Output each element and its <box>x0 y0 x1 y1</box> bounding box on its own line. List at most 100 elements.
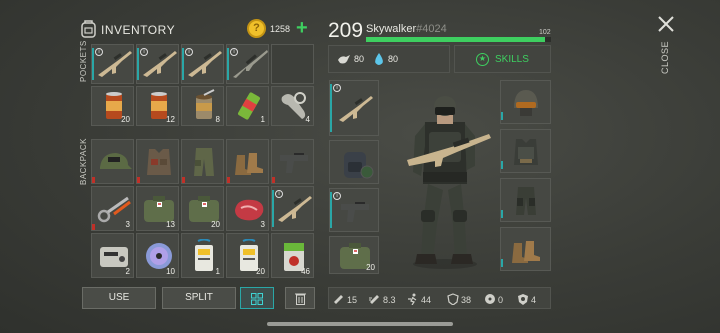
close-icon <box>658 16 674 32</box>
split-button[interactable]: SPLIT <box>162 287 236 309</box>
backpack-slot-medkit[interactable]: 20 <box>181 186 224 231</box>
item-quantity: 1 <box>215 267 220 276</box>
assault-rifle-icon <box>335 92 375 126</box>
mod-indicator-icon: i <box>185 48 193 56</box>
trash-button[interactable] <box>285 287 315 309</box>
coin-count: 1258 <box>270 24 291 34</box>
backpack-slot-assault-rifle[interactable]: i <box>271 186 314 231</box>
durability-bar <box>501 161 503 169</box>
player-tag: #4024 <box>416 23 447 35</box>
pocket-slot-assault-rifle[interactable]: i <box>91 44 134 84</box>
xp-bar <box>366 37 551 42</box>
backpack-slot-keycard[interactable]: 1 <box>181 233 224 278</box>
pocket-slot-sniper-rifle[interactable]: i <box>226 44 269 84</box>
stat-armor: 38 <box>447 293 471 306</box>
grid-view-button[interactable] <box>240 287 274 309</box>
pistol-icon <box>274 145 314 179</box>
pocket-slot-assault-rifle[interactable]: i <box>136 44 179 84</box>
item-quantity: 20 <box>211 220 220 229</box>
mod-indicator-icon: i <box>333 84 341 92</box>
stat-value: 15 <box>347 295 358 305</box>
item-quantity: 20 <box>256 267 265 276</box>
durability-bar <box>272 190 274 227</box>
backpack-slot-boots[interactable] <box>226 139 269 184</box>
star-icon: ★ <box>476 53 489 66</box>
durability-bar <box>330 192 332 228</box>
durability-bar <box>182 177 185 183</box>
backpack-slot-meat[interactable]: 3 <box>226 186 269 231</box>
pants-icon <box>506 184 546 218</box>
close-button[interactable]: CLOSE <box>654 14 678 76</box>
pocket-slot-empty[interactable] <box>271 44 314 84</box>
pocket-slot-mechanical-parts[interactable]: 4 <box>271 86 314 126</box>
pocket-slot-open-can[interactable]: 8 <box>181 86 224 126</box>
backpack-slot-hazard-card[interactable]: 46 <box>271 233 314 278</box>
water-value: 80 <box>388 54 399 64</box>
gear-slot-vest[interactable] <box>500 129 551 173</box>
stat-value: 0 <box>498 295 504 305</box>
inventory-header: INVENTORY ? 1258 + <box>80 17 320 43</box>
durability-bar <box>92 224 95 230</box>
defense-icon <box>518 294 528 305</box>
weapon-slot-assault-rifle[interactable]: i <box>329 80 379 136</box>
backpack-slot-medkit[interactable]: 13 <box>136 186 179 231</box>
durability-bar <box>330 84 332 132</box>
item-quantity: 10 <box>166 267 175 276</box>
backpack-slot-cargo-pants[interactable] <box>181 139 224 184</box>
item-quantity: 1 <box>260 115 265 124</box>
add-coins-button[interactable]: + <box>296 17 308 39</box>
inventory-title: INVENTORY <box>101 23 176 37</box>
backpack-slot-cap[interactable] <box>91 139 134 184</box>
vest-icon <box>506 135 546 169</box>
coin-icon: ? <box>247 19 266 38</box>
player-name: Skywalker <box>366 23 417 35</box>
water-drop-icon <box>375 53 383 65</box>
item-quantity: 4 <box>305 115 310 124</box>
item-quantity: 12 <box>166 115 175 124</box>
tactical-vest-icon <box>139 145 179 179</box>
weapon-slot-medkit[interactable]: 20 <box>329 236 379 274</box>
durability-bar <box>227 177 230 183</box>
item-quantity: 20 <box>366 263 375 272</box>
pocket-slot-canned-food[interactable]: 12 <box>136 86 179 126</box>
pocket-slot-assault-rifle[interactable]: i <box>181 44 224 84</box>
backpack-slot-radio[interactable]: 2 <box>91 233 134 278</box>
player-level: 209 <box>328 19 364 42</box>
stats-bar: 15 8.3 44 38 0 4 <box>328 287 551 309</box>
cap-icon <box>94 145 134 179</box>
durability-bar <box>501 259 503 267</box>
backpack-slot-disc[interactable]: 10 <box>136 233 179 278</box>
backpack-slot-pistol[interactable] <box>271 139 314 184</box>
gear-slot-boots[interactable] <box>500 227 551 271</box>
backpack-label: BACKPACK <box>79 138 88 185</box>
backpack-slot-keycard[interactable]: 20 <box>226 233 269 278</box>
gear-slot-helmet[interactable] <box>500 80 551 124</box>
weapon-slot-backpack[interactable] <box>329 140 379 184</box>
food-value: 80 <box>354 54 365 64</box>
grid-icon <box>251 293 263 305</box>
use-button[interactable]: USE <box>82 287 156 309</box>
stat-defense: 4 <box>517 293 536 306</box>
backpack-icon <box>335 146 375 180</box>
stat-value: 38 <box>461 295 472 305</box>
skills-button[interactable]: ★ SKILLS <box>454 45 551 73</box>
durability-bar <box>92 177 95 183</box>
durability-bar <box>227 48 229 80</box>
radiation-icon <box>485 294 495 304</box>
backpack-slot-scissors[interactable]: 3 <box>91 186 134 231</box>
pockets-label: POCKETS <box>79 40 88 82</box>
pocket-slot-energy-drink[interactable]: 1 <box>226 86 269 126</box>
close-label: CLOSE <box>660 40 670 74</box>
durability-bar <box>501 112 503 120</box>
durability-bar <box>272 177 275 183</box>
gear-slot-pants[interactable] <box>500 178 551 222</box>
pocket-slot-canned-food[interactable]: 20 <box>91 86 134 126</box>
stat-move-speed: 44 <box>407 293 431 306</box>
backpack-slot-tactical-vest[interactable] <box>136 139 179 184</box>
item-quantity: 3 <box>125 220 130 229</box>
boots-icon <box>229 145 269 179</box>
helmet-icon <box>506 86 546 120</box>
weapon-slot-pistol[interactable]: i <box>329 188 379 232</box>
durability-bar <box>92 48 94 80</box>
durability-bar <box>137 48 139 80</box>
